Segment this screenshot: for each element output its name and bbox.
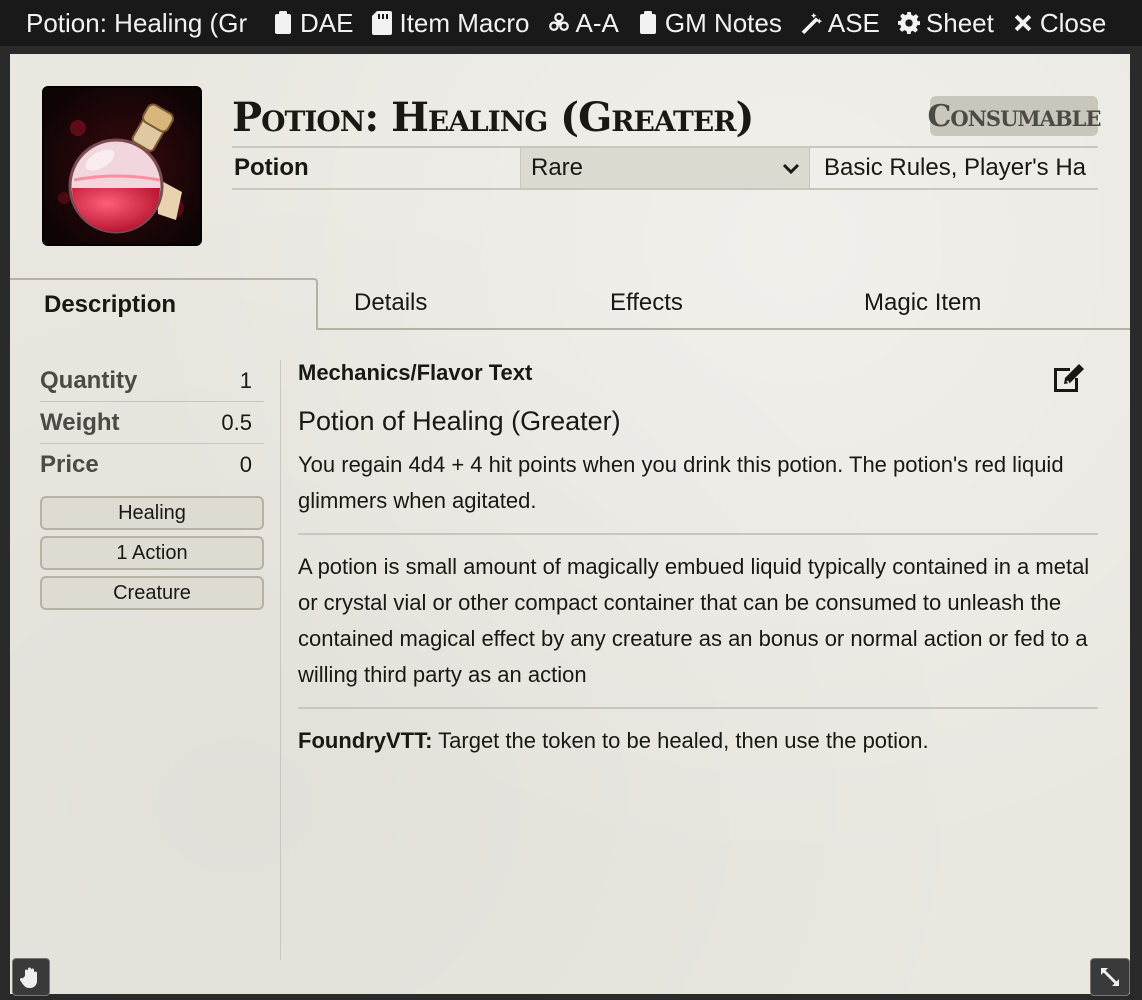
tag-pill: 1 Action (40, 536, 264, 570)
sheet-button[interactable]: Sheet (897, 7, 994, 39)
description-editor: Mechanics/Flavor Text Potion of Healing … (298, 360, 1098, 759)
item-name[interactable]: Potion: Healing (Greater) (232, 94, 754, 141)
editor-heading: Mechanics/Flavor Text (298, 360, 533, 385)
biohazard-icon (548, 10, 570, 36)
weight-row: Weight 0.5 (40, 402, 264, 444)
price-input[interactable]: 0 (240, 452, 264, 478)
tag-pill: Creature (40, 576, 264, 610)
description-paragraph: You regain 4d4 + 4 hit points when you d… (298, 452, 1064, 513)
tag-pill: Healing (40, 496, 264, 530)
item-sheet: Potion: Healing (Greater) Consumable Pot… (10, 54, 1130, 994)
description-paragraph: A potion is small amount of magically em… (298, 554, 1090, 687)
drag-hand-icon[interactable] (12, 958, 50, 996)
description-title: Potion of Healing (Greater) (298, 406, 621, 436)
item-properties: Quantity 1 Weight 0.5 Price 0 Healing 1 … (40, 360, 264, 610)
item-subtype: Potion (234, 154, 309, 181)
edit-icon[interactable] (1050, 362, 1088, 396)
tab-effects[interactable]: Effects (574, 278, 828, 330)
item-image[interactable] (42, 86, 202, 246)
gear-icon (897, 10, 920, 36)
tab-magic-item[interactable]: Magic Item (828, 278, 1130, 330)
price-row: Price 0 (40, 444, 264, 486)
quantity-label: Quantity (40, 366, 138, 394)
gm-notes-button-label: GM Notes (664, 7, 782, 38)
clipboard-icon (272, 10, 294, 36)
ase-button[interactable]: ASE (800, 8, 880, 39)
divider (298, 707, 1098, 709)
rarity-select[interactable]: Rare (520, 148, 810, 188)
tab-details[interactable]: Details (318, 278, 574, 330)
foundry-note-text: Target the token to be healed, then use … (432, 728, 929, 753)
clipboard-icon (637, 10, 659, 36)
window-header[interactable]: Potion: Healing (Gr DAE Item Macro A-A G… (0, 0, 1142, 46)
divider (298, 533, 1098, 535)
foundry-note: FoundryVTT: Target the token to be heale… (298, 723, 1098, 759)
foundry-note-label: FoundryVTT: (298, 728, 433, 753)
magic-wand-icon (800, 10, 822, 36)
weight-input[interactable]: 0.5 (221, 410, 264, 436)
weight-label: Weight (40, 408, 120, 436)
dae-button-label: DAE (300, 7, 354, 38)
tab-description[interactable]: Description (10, 278, 318, 330)
item-macro-button-label: Item Macro (399, 7, 530, 38)
item-type-badge: Consumable (928, 96, 1101, 136)
tab-navigation: Description Details Effects Magic Item (10, 278, 1130, 330)
item-macro-button[interactable]: Item Macro (371, 7, 530, 39)
window-title: Potion: Healing (Gr (26, 7, 248, 38)
close-button[interactable]: Close (1012, 8, 1106, 39)
item-summary: Potion Rare Basic Rules, Player's Ha (232, 146, 1098, 190)
quantity-input[interactable]: 1 (240, 368, 264, 394)
ase-button-label: ASE (827, 7, 880, 38)
item-tags: Healing 1 Action Creature (40, 496, 264, 610)
potion-icon (44, 88, 200, 244)
source-field[interactable]: Basic Rules, Player's Ha (810, 154, 1098, 182)
dae-button[interactable]: DAE (272, 8, 353, 39)
resize-handle-icon[interactable] (1090, 958, 1130, 996)
gm-notes-button[interactable]: GM Notes (637, 8, 782, 39)
a-a-button[interactable]: A-A (548, 8, 619, 39)
rarity-value: Rare (531, 154, 584, 181)
sd-card-icon (371, 10, 393, 36)
quantity-row: Quantity 1 (40, 360, 264, 402)
close-button-label: Close (1039, 7, 1107, 38)
sheet-button-label: Sheet (925, 7, 994, 38)
column-divider (280, 360, 281, 960)
chevron-down-icon (782, 163, 800, 175)
price-label: Price (40, 451, 99, 478)
close-icon (1012, 10, 1034, 36)
a-a-button-label: A-A (575, 7, 619, 38)
